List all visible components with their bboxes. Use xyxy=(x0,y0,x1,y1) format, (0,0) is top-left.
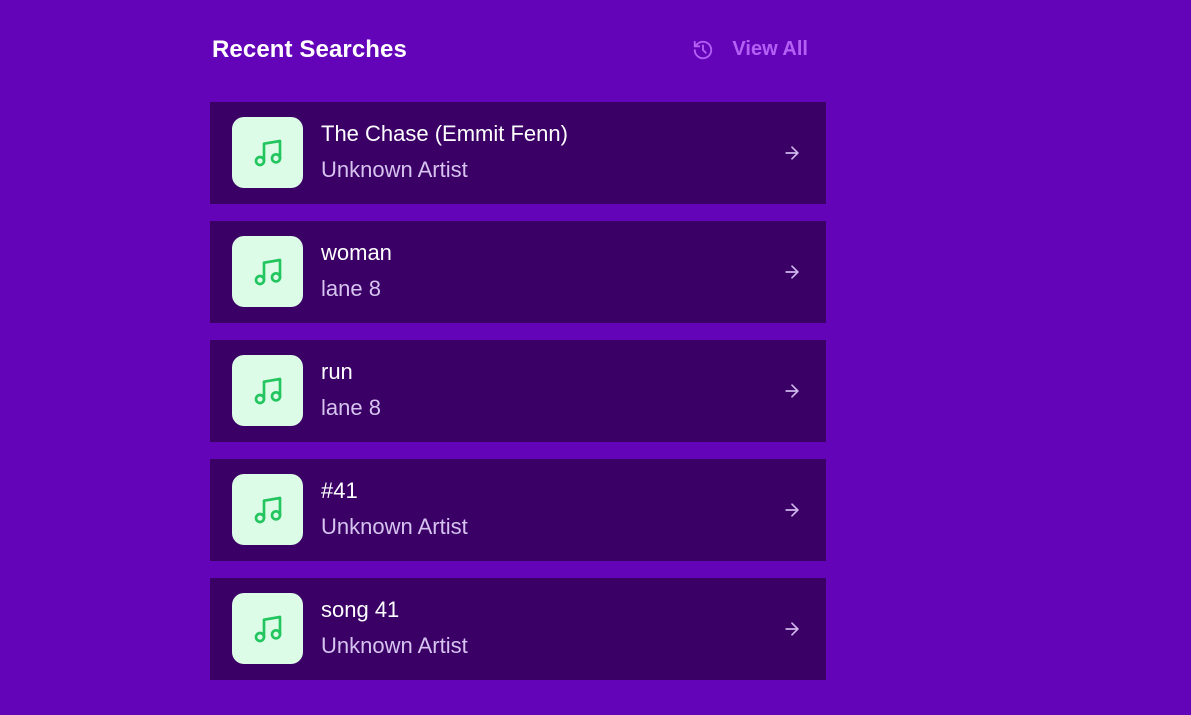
track-title: woman xyxy=(321,240,392,265)
arrow-right-icon[interactable] xyxy=(782,143,802,163)
history-icon xyxy=(692,39,714,61)
track-thumbnail xyxy=(232,117,303,188)
music-note-icon xyxy=(254,615,281,642)
list-item[interactable]: song 41 Unknown Artist xyxy=(210,578,826,680)
arrow-right-icon[interactable] xyxy=(782,500,802,520)
track-artist: Unknown Artist xyxy=(321,514,468,539)
track-title: run xyxy=(321,359,353,384)
track-artist: Unknown Artist xyxy=(321,633,468,658)
arrow-right-icon[interactable] xyxy=(782,619,802,639)
music-note-icon xyxy=(254,377,281,404)
music-note-icon xyxy=(254,496,281,523)
track-thumbnail xyxy=(232,593,303,664)
track-title: song 41 xyxy=(321,597,400,622)
music-note-icon xyxy=(254,258,281,285)
music-note-icon xyxy=(254,139,281,166)
recent-searches-header: Recent Searches View All xyxy=(210,0,826,102)
arrow-right-icon[interactable] xyxy=(782,262,802,282)
arrow-right-icon[interactable] xyxy=(782,381,802,401)
view-all-label: View All xyxy=(732,38,808,60)
track-artist: Unknown Artist xyxy=(321,157,468,182)
track-thumbnail xyxy=(232,236,303,307)
recent-searches-panel: Recent Searches View All The Chase (Emmi… xyxy=(210,0,826,697)
track-thumbnail xyxy=(232,474,303,545)
track-title: #41 xyxy=(321,478,358,503)
list-item[interactable]: run lane 8 xyxy=(210,340,826,442)
view-all-button[interactable]: View All xyxy=(692,38,808,61)
list-item[interactable]: #41 Unknown Artist xyxy=(210,459,826,561)
track-thumbnail xyxy=(232,355,303,426)
recent-searches-list: The Chase (Emmit Fenn) Unknown Artist wo… xyxy=(210,102,826,680)
list-item[interactable]: The Chase (Emmit Fenn) Unknown Artist xyxy=(210,102,826,204)
track-title: The Chase (Emmit Fenn) xyxy=(321,121,568,146)
track-artist: lane 8 xyxy=(321,395,381,420)
section-title: Recent Searches xyxy=(212,36,407,63)
list-item[interactable]: woman lane 8 xyxy=(210,221,826,323)
track-artist: lane 8 xyxy=(321,276,381,301)
